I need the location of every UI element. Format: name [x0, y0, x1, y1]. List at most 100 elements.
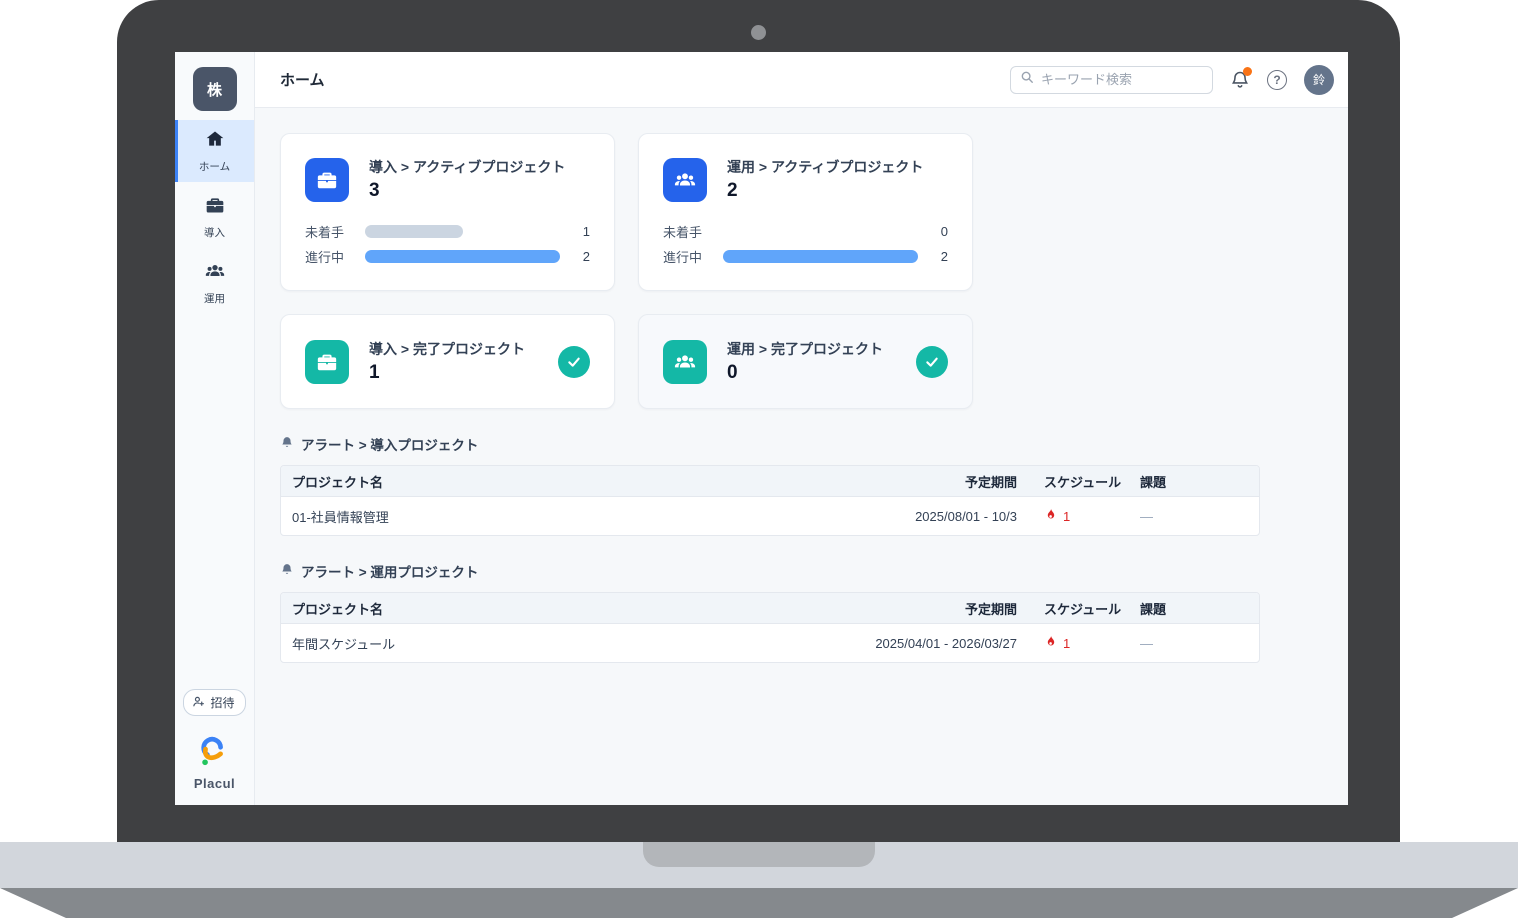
- sidebar-nav: ホーム 導入 運用: [175, 120, 254, 314]
- cell-issue: —: [1129, 509, 1259, 524]
- progress-bar: [723, 250, 918, 263]
- column-header-schedule: スケジュール: [1033, 599, 1129, 618]
- invite-button-label: 招待: [210, 694, 234, 711]
- app-window: 株 ホーム 導入 運用: [175, 52, 1348, 805]
- stat-value: 2: [918, 249, 948, 264]
- briefcase-icon: [305, 340, 349, 384]
- card-title: 導入 > アクティブプロジェクト: [369, 158, 565, 176]
- stat-row: 進行中 2: [663, 247, 948, 266]
- cell-period: 2025/04/01 - 2026/03/27: [864, 636, 1033, 651]
- card-count: 2: [727, 180, 923, 202]
- cell-schedule: 1: [1033, 635, 1129, 652]
- card-count: 1: [369, 362, 525, 384]
- sidebar-item-label: 運用: [204, 291, 225, 306]
- workspace-logo[interactable]: 株: [193, 67, 237, 111]
- question-icon: ?: [1267, 70, 1287, 90]
- stat-label: 進行中: [305, 247, 365, 266]
- cell-period: 2025/08/01 - 10/3: [904, 509, 1033, 524]
- people-icon: [663, 158, 707, 202]
- user-avatar[interactable]: 鈴: [1304, 65, 1334, 95]
- schedule-alert-count: 1: [1063, 509, 1070, 524]
- table-header-row: プロジェクト名 予定期間 スケジュール 課題: [281, 593, 1259, 624]
- person-add-icon: [192, 695, 205, 711]
- search-input[interactable]: [1041, 72, 1203, 87]
- column-header-name: プロジェクト名: [281, 599, 954, 618]
- topbar: ホーム ? 鈴: [255, 52, 1348, 108]
- help-button[interactable]: ?: [1267, 70, 1287, 90]
- search-icon: [1020, 70, 1034, 89]
- main: 導入 > アクティブプロジェクト 3 未着手 1 進行中: [255, 108, 1348, 805]
- placul-logo-icon: [198, 734, 230, 773]
- flame-icon: [1044, 508, 1058, 525]
- bell-icon: [280, 563, 294, 580]
- sidebar-item-label: ホーム: [199, 159, 230, 174]
- people-icon: [205, 261, 225, 286]
- search-box: [1010, 66, 1213, 94]
- card-intro-completed[interactable]: 導入 > 完了プロジェクト 1: [280, 314, 615, 409]
- topbar-actions: ? 鈴: [1010, 65, 1334, 95]
- card-title: 運用 > アクティブプロジェクト: [727, 158, 923, 176]
- laptop-mockup: 株 ホーム 導入 運用: [0, 0, 1518, 918]
- stat-value: 1: [560, 224, 590, 239]
- column-header-period: 予定期間: [954, 472, 1033, 491]
- notifications-button[interactable]: [1230, 70, 1250, 90]
- card-operation-active[interactable]: 運用 > アクティブプロジェクト 2 未着手 0 進行中: [638, 133, 973, 291]
- card-title: 運用 > 完了プロジェクト: [727, 340, 883, 358]
- cell-project-name: 年間スケジュール: [281, 634, 864, 653]
- completed-cards-row: 導入 > 完了プロジェクト 1: [280, 314, 1260, 409]
- laptop-base-bottom: [0, 888, 1518, 918]
- sidebar: 株 ホーム 導入 運用: [175, 52, 255, 805]
- cell-project-name: 01-社員情報管理: [281, 507, 904, 526]
- content-area: ホーム ? 鈴: [255, 52, 1348, 805]
- stat-value: 0: [918, 224, 948, 239]
- stat-label: 進行中: [663, 247, 723, 266]
- column-header-period: 予定期間: [954, 599, 1033, 618]
- brand: Placul: [194, 734, 235, 791]
- table-header-row: プロジェクト名 予定期間 スケジュール 課題: [281, 466, 1259, 497]
- invite-button[interactable]: 招待: [183, 689, 245, 716]
- sidebar-item-intro[interactable]: 導入: [175, 186, 254, 248]
- alert-section-label: アラート > 運用プロジェクト: [301, 561, 478, 581]
- check-icon: [558, 346, 590, 378]
- stat-value: 2: [560, 249, 590, 264]
- stat-row: 進行中 2: [305, 247, 590, 266]
- card-intro-active[interactable]: 導入 > アクティブプロジェクト 3 未着手 1 進行中: [280, 133, 615, 291]
- sidebar-item-operation[interactable]: 運用: [175, 252, 254, 314]
- stat-row: 未着手 0: [663, 222, 948, 241]
- briefcase-icon: [205, 195, 225, 220]
- cell-issue: —: [1129, 636, 1259, 651]
- alert-section-title-intro: アラート > 導入プロジェクト: [280, 434, 1260, 454]
- card-title: 導入 > 完了プロジェクト: [369, 340, 525, 358]
- card-count: 0: [727, 362, 883, 384]
- briefcase-icon: [305, 158, 349, 202]
- cell-schedule: 1: [1033, 508, 1129, 525]
- column-header-name: プロジェクト名: [281, 472, 954, 491]
- column-header-schedule: スケジュール: [1033, 472, 1129, 491]
- stat-row: 未着手 1: [305, 222, 590, 241]
- active-cards-row: 導入 > アクティブプロジェクト 3 未着手 1 進行中: [280, 133, 1260, 291]
- alert-section-title-operation: アラート > 運用プロジェクト: [280, 561, 1260, 581]
- stat-label: 未着手: [305, 222, 365, 241]
- alert-table-intro: プロジェクト名 予定期間 スケジュール 課題 01-社員情報管理 2025/08…: [280, 465, 1260, 536]
- alert-section-label: アラート > 導入プロジェクト: [301, 434, 478, 454]
- progress-bar: [365, 250, 560, 263]
- page-title: ホーム: [280, 69, 325, 90]
- card-count: 3: [369, 180, 565, 202]
- table-row[interactable]: 年間スケジュール 2025/04/01 - 2026/03/27 1 —: [281, 624, 1259, 662]
- card-stats: 未着手 0 進行中 2: [663, 222, 948, 266]
- laptop-camera: [751, 25, 766, 40]
- sidebar-item-home[interactable]: ホーム: [175, 120, 254, 182]
- table-row[interactable]: 01-社員情報管理 2025/08/01 - 10/3 1 —: [281, 497, 1259, 535]
- people-icon: [663, 340, 707, 384]
- notification-badge: [1243, 67, 1252, 76]
- card-operation-completed[interactable]: 運用 > 完了プロジェクト 0: [638, 314, 973, 409]
- check-icon: [916, 346, 948, 378]
- alert-table-operation: プロジェクト名 予定期間 スケジュール 課題 年間スケジュール 2025/04/…: [280, 592, 1260, 663]
- bell-icon: [280, 436, 294, 453]
- sidebar-item-label: 導入: [204, 225, 225, 240]
- progress-bar: [365, 225, 463, 238]
- sidebar-bottom: 招待 Placul: [183, 689, 245, 805]
- card-stats: 未着手 1 進行中 2: [305, 222, 590, 266]
- flame-icon: [1044, 635, 1058, 652]
- home-icon: [205, 129, 225, 154]
